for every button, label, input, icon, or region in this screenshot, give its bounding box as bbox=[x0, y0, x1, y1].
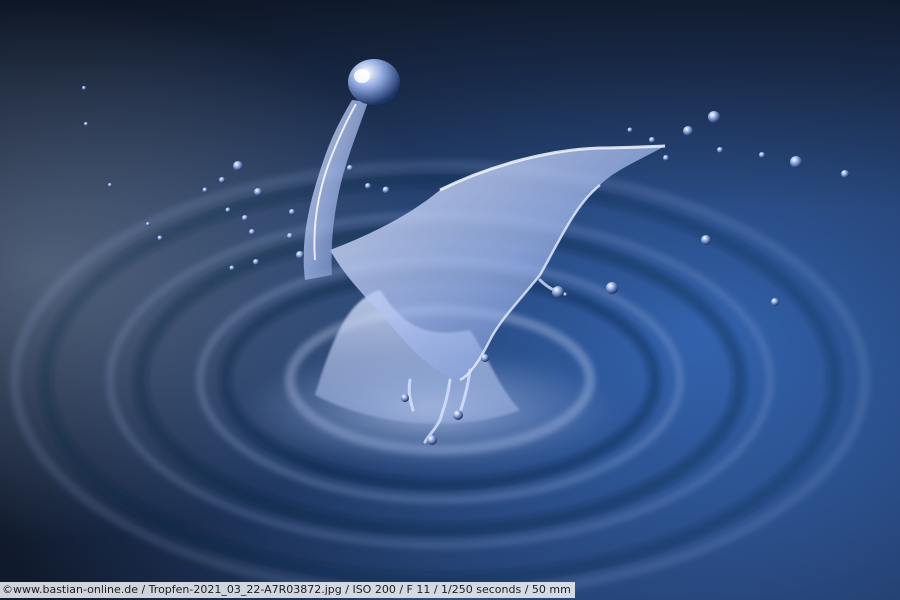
jet-top-drop-shine bbox=[354, 69, 370, 83]
splash-photo bbox=[0, 0, 900, 600]
splash-illustration bbox=[0, 0, 900, 600]
jet-top-drop bbox=[348, 59, 400, 105]
photo-caption: ©www.bastian-online.de / Tropfen-2021_03… bbox=[0, 582, 575, 598]
